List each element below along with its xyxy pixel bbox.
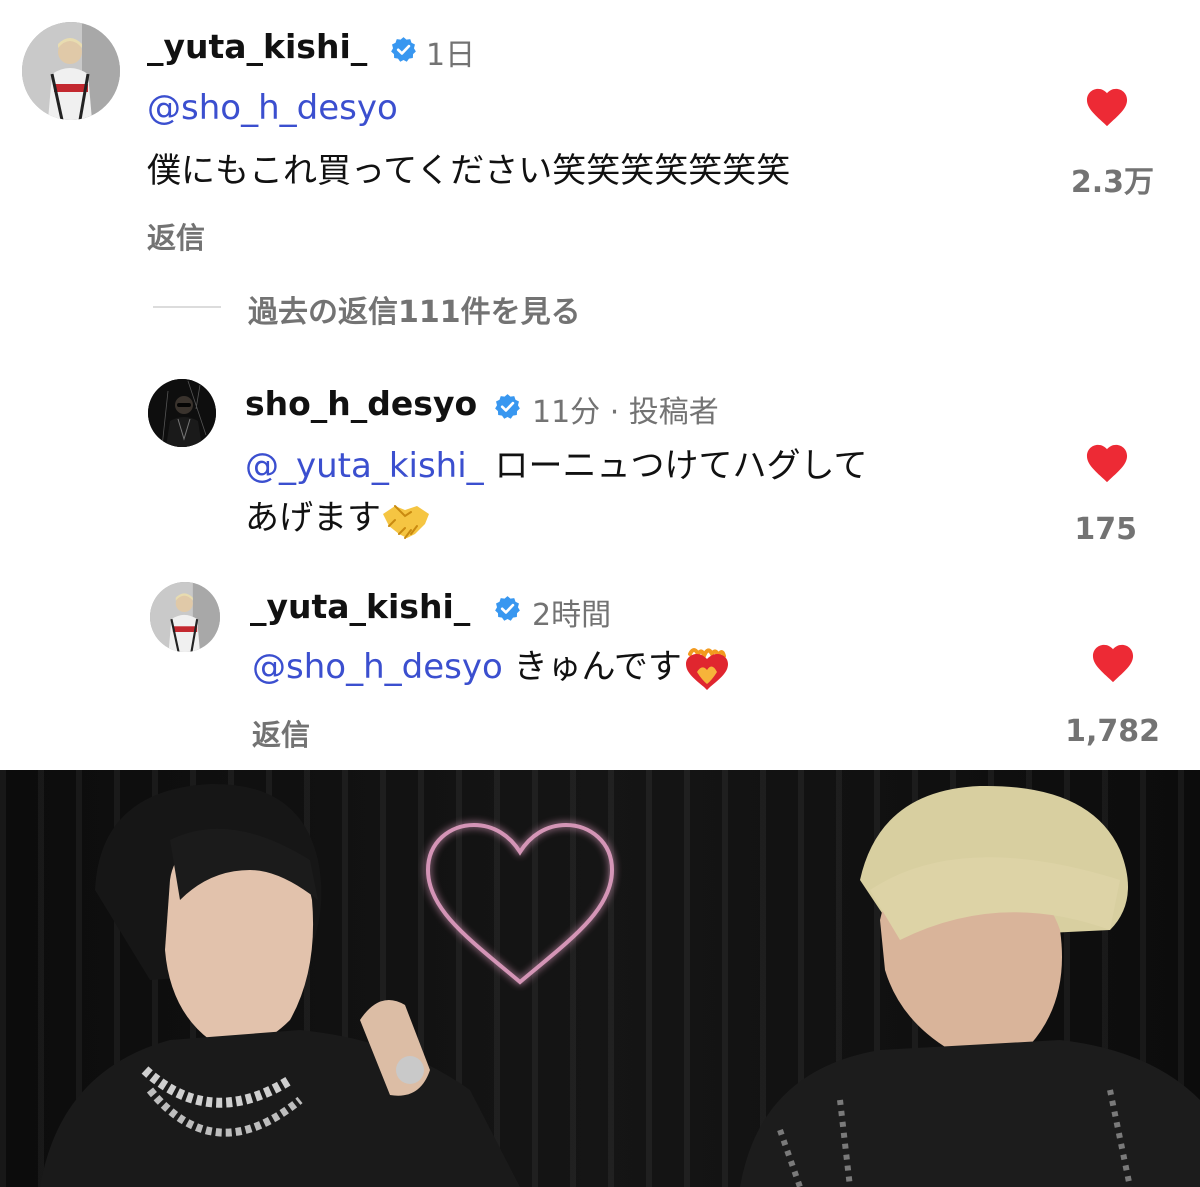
reply-text: ローニュつけてハグして [494, 446, 868, 486]
heart-icon[interactable] [1084, 442, 1130, 484]
like-count: 175 [1074, 512, 1137, 547]
handshake-emoji [383, 504, 429, 539]
comment-username[interactable]: _yuta_kishi_ [147, 27, 367, 66]
reply-text-line1: @_yuta_kishi_ ローニュつけてハグして [245, 440, 867, 492]
reply-button[interactable]: 返信 [147, 215, 205, 257]
comments-panel: _yuta_kishi_ 1日 @sho_h_desyo 僕にもこれ買ってくださ… [0, 0, 1200, 770]
like-count: 1,782 [1065, 714, 1160, 749]
reply-text-line2: あげます [245, 492, 431, 544]
reply-time: 2時間 [532, 598, 612, 633]
verified-badge-icon [495, 596, 520, 621]
mention-link[interactable]: @sho_h_desyo [147, 88, 398, 128]
reply-text-cont: あげます [245, 498, 381, 538]
comment-time: 1日 [426, 38, 476, 73]
comment-text: 僕にもこれ買ってください笑笑笑笑笑笑笑 [147, 151, 791, 191]
view-replies-button[interactable]: 過去の返信111件を見る [248, 287, 581, 331]
comment-mention: @sho_h_desyo [147, 82, 398, 134]
neon-heart [425, 822, 615, 985]
mention-link[interactable]: @sho_h_desyo [252, 647, 503, 687]
avatar[interactable] [148, 379, 216, 447]
heart-on-fire-emoji [685, 647, 728, 690]
mention-link[interactable]: @_yuta_kishi_ [245, 446, 484, 486]
reply-username[interactable]: _yuta_kishi_ [250, 587, 470, 626]
video-scene [40, 783, 1200, 1187]
video-still [0, 770, 1200, 1187]
avatar[interactable] [150, 582, 220, 652]
heart-icon[interactable] [1090, 642, 1136, 684]
reply-text: きゅんです [513, 647, 682, 687]
divider-line [153, 306, 221, 308]
like-count: 2.3万 [1070, 165, 1154, 200]
verified-badge-icon [391, 37, 416, 62]
verified-badge-icon [495, 394, 520, 419]
reply-time: 11分 · 投稿者 [532, 395, 719, 430]
reply-username[interactable]: sho_h_desyo [245, 384, 477, 423]
avatar[interactable] [22, 22, 120, 120]
reply-text-line: @sho_h_desyo きゅんです [252, 641, 732, 693]
heart-icon[interactable] [1084, 86, 1130, 128]
reply-button[interactable]: 返信 [252, 712, 310, 754]
